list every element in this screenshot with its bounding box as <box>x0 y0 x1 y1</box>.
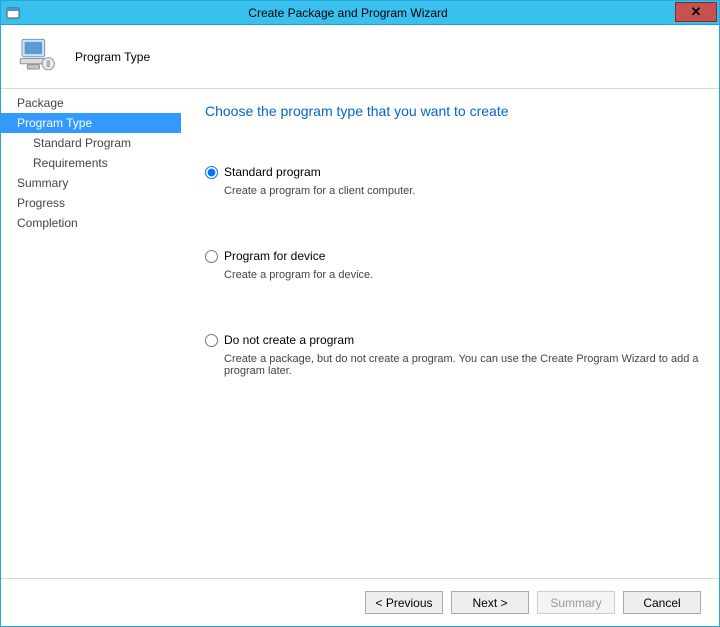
option-standard: Standard program Create a program for a … <box>205 165 701 197</box>
close-button[interactable]: ✕ <box>675 2 717 22</box>
option-device-label: Program for device <box>224 249 325 263</box>
content-heading: Choose the program type that you want to… <box>205 103 701 119</box>
wizard-footer: < Previous Next > Summary Cancel <box>1 578 719 626</box>
sidebar-item-completion[interactable]: Completion <box>1 213 181 233</box>
sidebar-item-summary[interactable]: Summary <box>1 173 181 193</box>
option-none: Do not create a program Create a package… <box>205 333 701 377</box>
sidebar-item-standard-program[interactable]: Standard Program <box>1 133 181 153</box>
next-button[interactable]: Next > <box>451 591 529 614</box>
sidebar-item-package[interactable]: Package <box>1 93 181 113</box>
sidebar: Package Program Type Standard Program Re… <box>1 89 181 578</box>
radio-device[interactable] <box>205 250 218 263</box>
wizard-body: Package Program Type Standard Program Re… <box>1 89 719 578</box>
window-title: Create Package and Program Wizard <box>21 6 675 20</box>
option-none-label: Do not create a program <box>224 333 354 347</box>
sidebar-item-requirements[interactable]: Requirements <box>1 153 181 173</box>
option-device-row[interactable]: Program for device <box>205 249 701 263</box>
wizard-header: Program Type <box>1 25 719 89</box>
option-device-desc: Create a program for a device. <box>224 269 701 281</box>
close-icon: ✕ <box>691 5 702 18</box>
content-area: Choose the program type that you want to… <box>181 89 719 578</box>
previous-button[interactable]: < Previous <box>365 591 443 614</box>
computer-icon <box>15 34 57 79</box>
sidebar-item-program-type[interactable]: Program Type <box>1 113 181 133</box>
page-title: Program Type <box>75 50 150 64</box>
wizard-window: Create Package and Program Wizard ✕ Prog… <box>0 0 720 627</box>
option-none-row[interactable]: Do not create a program <box>205 333 701 347</box>
option-none-desc: Create a package, but do not create a pr… <box>224 353 701 377</box>
option-standard-label: Standard program <box>224 165 321 179</box>
cancel-button[interactable]: Cancel <box>623 591 701 614</box>
summary-button: Summary <box>537 591 615 614</box>
radio-none[interactable] <box>205 334 218 347</box>
option-standard-row[interactable]: Standard program <box>205 165 701 179</box>
sidebar-item-progress[interactable]: Progress <box>1 193 181 213</box>
option-device: Program for device Create a program for … <box>205 249 701 281</box>
titlebar: Create Package and Program Wizard ✕ <box>1 1 719 25</box>
radio-standard[interactable] <box>205 166 218 179</box>
option-standard-desc: Create a program for a client computer. <box>224 185 701 197</box>
system-menu-icon[interactable] <box>5 5 21 21</box>
